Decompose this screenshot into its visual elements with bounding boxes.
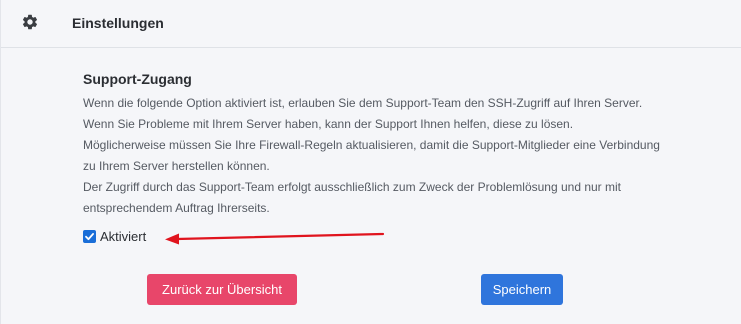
activated-checkbox-row[interactable]: Aktiviert (83, 228, 146, 244)
save-button[interactable]: Speichern (481, 274, 563, 305)
panel-header: Einstellungen (1, 0, 741, 48)
description-line: zu Ihrem Server herstellen können. (83, 159, 270, 173)
description-line: Der Zugriff durch das Support-Team erfol… (83, 180, 622, 194)
description-line: Möglicherweise müssen Sie Ihre Firewall-… (83, 138, 660, 152)
section-title: Support-Zugang (83, 71, 192, 87)
annotation-arrow-icon (165, 232, 385, 245)
checkmark-icon (85, 232, 94, 240)
settings-panel: Einstellungen Support-Zugang Wenn die fo… (0, 0, 741, 324)
description-line: entsprechendem Auftrag Ihrerseits. (83, 201, 270, 215)
activated-checkbox-label[interactable]: Aktiviert (100, 229, 146, 244)
page-title: Einstellungen (72, 15, 164, 31)
section-description: Wenn die folgende Option aktiviert ist, … (83, 93, 683, 219)
gear-icon (22, 14, 38, 30)
back-to-overview-button[interactable]: Zurück zur Übersicht (147, 274, 297, 305)
activated-checkbox[interactable] (83, 229, 96, 243)
description-line: Wenn die folgende Option aktiviert ist, … (83, 96, 643, 110)
description-line: Wenn Sie Probleme mit Ihrem Server haben… (83, 117, 574, 131)
